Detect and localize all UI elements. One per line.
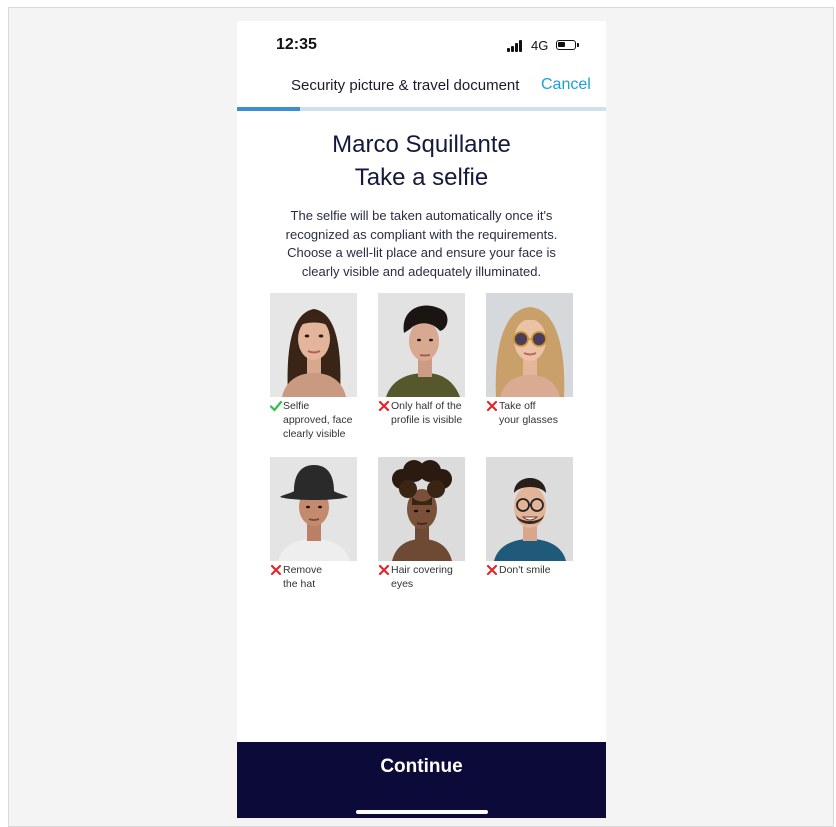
status-bar: 12:35 4G: [237, 21, 606, 69]
example-caption: Take off your glasses: [486, 399, 588, 427]
progress-bar: [237, 107, 606, 111]
example-photo-glasses: [486, 293, 573, 397]
example-photo-hat: [270, 457, 357, 561]
cross-icon: [270, 564, 282, 576]
header-title: Security picture & travel document: [291, 77, 520, 94]
example-caption: Only half of the profile is visible: [378, 399, 480, 427]
example-caption: Don't smile: [486, 563, 588, 577]
network-label: 4G: [531, 38, 549, 53]
example-tile: Hair covering eyes: [378, 457, 480, 591]
example-caption: Selfie approved, face clearly visible: [270, 399, 372, 441]
continue-button[interactable]: Continue: [237, 756, 606, 778]
example-photo-approved: [270, 293, 357, 397]
cross-icon: [378, 564, 390, 576]
example-photo-hair: [378, 457, 465, 561]
example-tile: Don't smile: [486, 457, 588, 577]
phone-screen: 12:35 4G Security picture & travel docum…: [237, 21, 606, 818]
footer-bar: Continue: [237, 742, 606, 818]
check-icon: [270, 400, 282, 412]
example-caption: Hair covering eyes: [378, 563, 480, 591]
page-heading: Marco Squillante Take a selfie: [237, 128, 606, 194]
example-tile: Only half of the profile is visible: [378, 293, 480, 427]
example-tile: Remove the hat: [270, 457, 372, 591]
user-name: Marco Squillante: [332, 131, 511, 158]
battery-icon: [556, 40, 579, 50]
signal-icon: [507, 40, 525, 52]
cross-icon: [486, 400, 498, 412]
cross-icon: [486, 564, 498, 576]
example-tile: Take off your glasses: [486, 293, 588, 427]
status-time: 12:35: [276, 36, 317, 53]
home-indicator[interactable]: [356, 810, 488, 814]
cross-icon: [378, 400, 390, 412]
instructions-text: The selfie will be taken automatically o…: [285, 208, 558, 279]
example-photo-profile: [378, 293, 465, 397]
progress-fill: [237, 107, 300, 111]
example-tile: Selfie approved, face clearly visible: [270, 293, 372, 441]
page-title: Take a selfie: [354, 164, 489, 191]
example-photo-smile: [486, 457, 573, 561]
header: Security picture & travel document Cance…: [237, 73, 606, 107]
example-caption: Remove the hat: [270, 563, 372, 591]
cancel-button[interactable]: Cancel: [541, 76, 591, 94]
